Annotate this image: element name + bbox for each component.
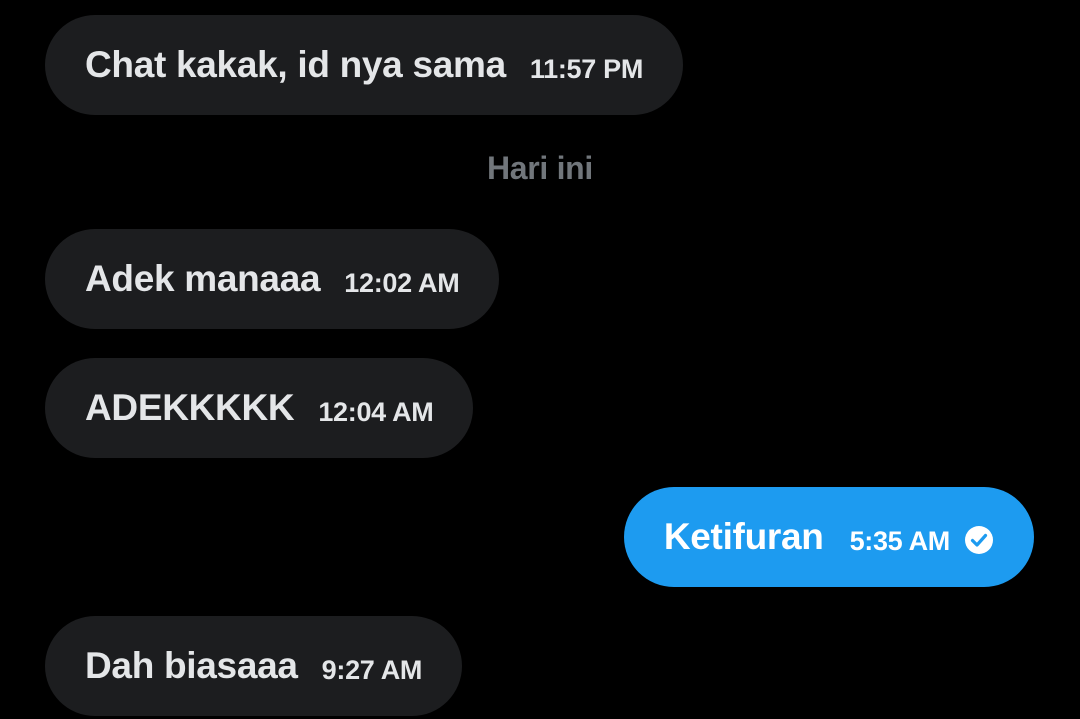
message-timestamp: 12:02 AM (344, 267, 460, 298)
message-text: Ketifuran (663, 516, 824, 557)
message-text: ADEKKKKK (85, 387, 295, 428)
message-bubble-incoming[interactable]: Chat kakak, id nya sama 11:57 PM (45, 15, 684, 115)
message-timestamp: 11:57 PM (529, 53, 644, 84)
message-bubble-incoming[interactable]: Dah biasaaa 9:27 AM (45, 616, 463, 716)
date-divider: Hari ini (486, 150, 594, 186)
message-text: Adek manaaa (85, 258, 321, 299)
check-circle-icon (964, 525, 994, 555)
message-timestamp: 12:04 AM (318, 396, 434, 427)
message-timestamp: 9:27 AM (321, 654, 423, 685)
message-bubble-outgoing[interactable]: Ketifuran 5:35 AM (623, 487, 1034, 587)
message-text: Chat kakak, id nya sama (85, 44, 506, 85)
message-bubble-incoming[interactable]: ADEKKKKK 12:04 AM (45, 358, 474, 458)
message-timestamp: 5:35 AM (849, 525, 951, 556)
message-bubble-incoming[interactable]: Adek manaaa 12:02 AM (45, 229, 500, 329)
message-text: Dah biasaaa (85, 645, 298, 686)
